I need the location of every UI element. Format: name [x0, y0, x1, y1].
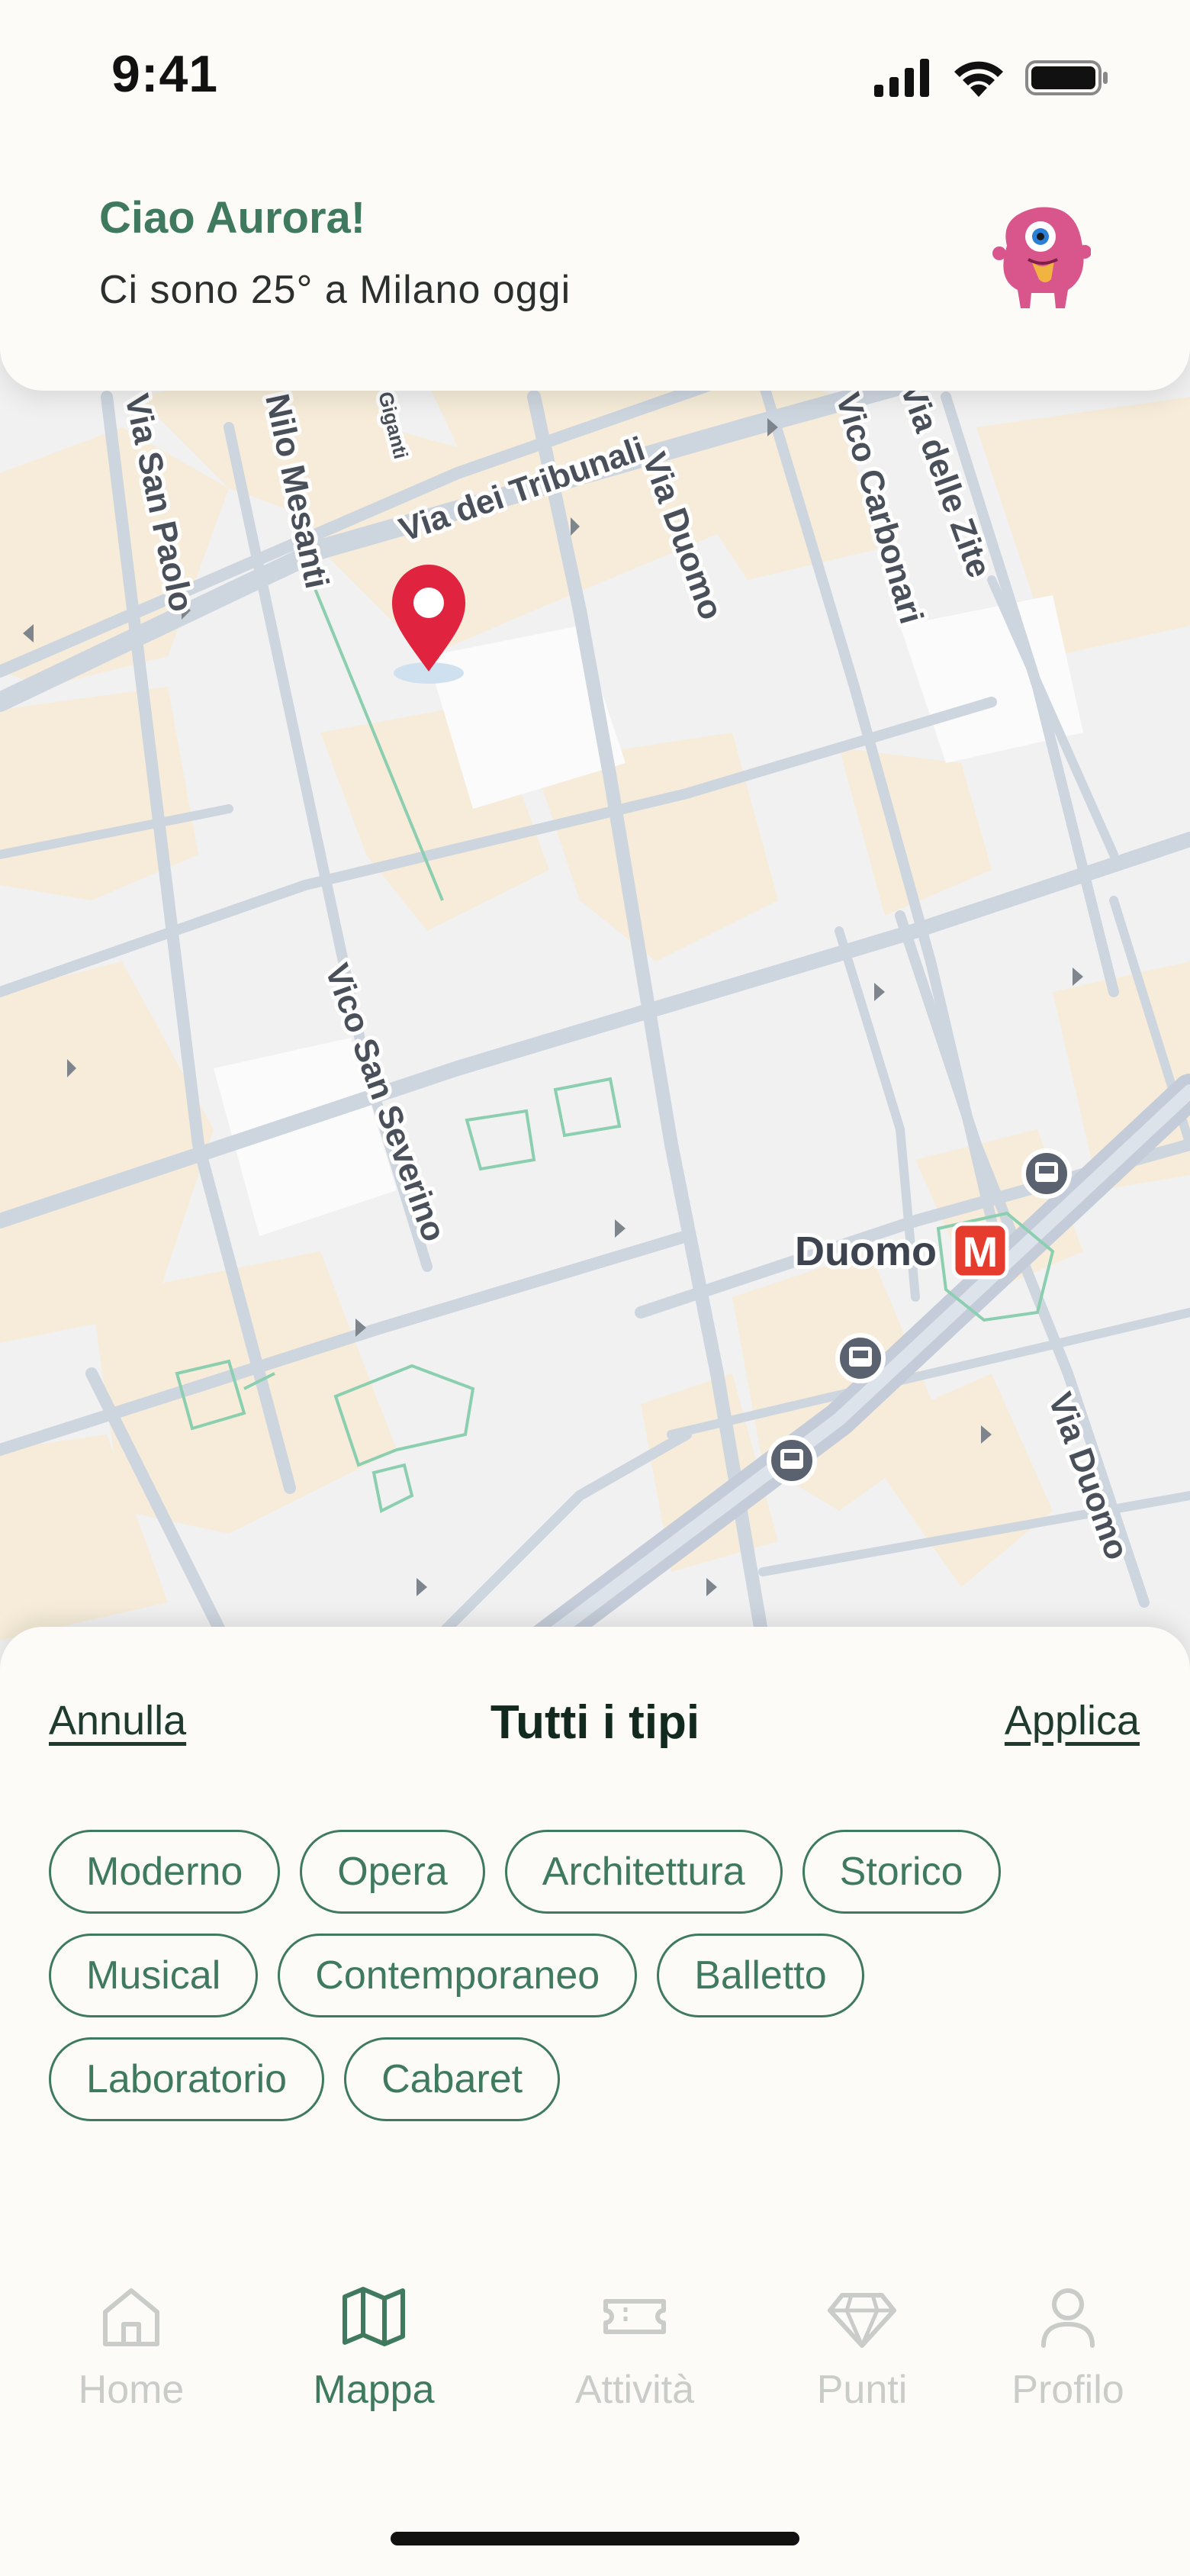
user-icon — [1041, 2288, 1095, 2348]
bus-stop-icon[interactable] — [835, 1333, 886, 1383]
signal-icon — [874, 59, 929, 97]
status-bar-icons — [874, 56, 1109, 99]
tab-mappa[interactable]: Mappa — [275, 2281, 473, 2413]
tab-home[interactable]: Home — [32, 2281, 230, 2413]
tab-label-profilo: Profilo — [1011, 2368, 1124, 2412]
tab-label-home: Home — [78, 2368, 185, 2412]
tab-punti[interactable]: Punti — [763, 2281, 961, 2413]
wifi-icon — [954, 61, 1003, 97]
street-label-via-duomo-south: Via Duomo — [1041, 1388, 1136, 1565]
map-icon — [343, 2287, 405, 2346]
tab-label-attivita: Attività — [574, 2368, 695, 2412]
location-pin-icon[interactable] — [392, 565, 465, 684]
chip-moderno[interactable]: Moderno — [49, 1830, 281, 1914]
svg-text:M: M — [963, 1228, 999, 1276]
ticket-icon — [603, 2299, 666, 2334]
tab-attivita[interactable]: Attività — [536, 2281, 734, 2413]
tab-label-mappa: Mappa — [313, 2368, 435, 2412]
chip-storico[interactable]: Storico — [802, 1830, 1001, 1914]
bus-stop-icon[interactable] — [1021, 1148, 1072, 1199]
tab-profilo[interactable]: Profilo — [969, 2281, 1167, 2413]
weather-subtitle: Ci sono 25° a Milano oggi — [99, 268, 571, 312]
monster-avatar[interactable] — [992, 200, 1091, 314]
tab-bar: Home Mappa Attività Punti Profilo — [0, 2281, 1190, 2457]
metro-icon[interactable]: M — [951, 1222, 1009, 1280]
apply-button[interactable]: Applica — [1005, 1697, 1140, 1744]
chip-musical[interactable]: Musical — [49, 1934, 259, 2017]
chip-architettura[interactable]: Architettura — [504, 1830, 783, 1914]
status-bar-time: 9:41 — [111, 45, 219, 103]
header-card: 9:41 Ciao Aurora! Ci sono 25° a Milano o… — [0, 0, 1190, 391]
bus-stop-icon[interactable] — [767, 1435, 817, 1486]
chip-balletto[interactable]: Balletto — [657, 1934, 864, 2017]
greeting-title: Ciao Aurora! — [99, 193, 366, 243]
chip-contemporaneo[interactable]: Contemporaneo — [278, 1934, 638, 2017]
home-icon — [103, 2288, 159, 2346]
category-chips: Moderno Opera Architettura Storico Music… — [49, 1830, 1147, 2121]
diamond-icon — [828, 2293, 896, 2348]
poi-label-duomo[interactable]: Duomo — [791, 1225, 941, 1278]
home-indicator[interactable] — [391, 2532, 799, 2545]
chip-laboratorio[interactable]: Laboratorio — [49, 2037, 325, 2121]
battery-icon — [1025, 60, 1108, 95]
chip-opera[interactable]: Opera — [300, 1830, 485, 1914]
chip-cabaret[interactable]: Cabaret — [344, 2037, 561, 2121]
tab-label-punti: Punti — [816, 2368, 908, 2412]
